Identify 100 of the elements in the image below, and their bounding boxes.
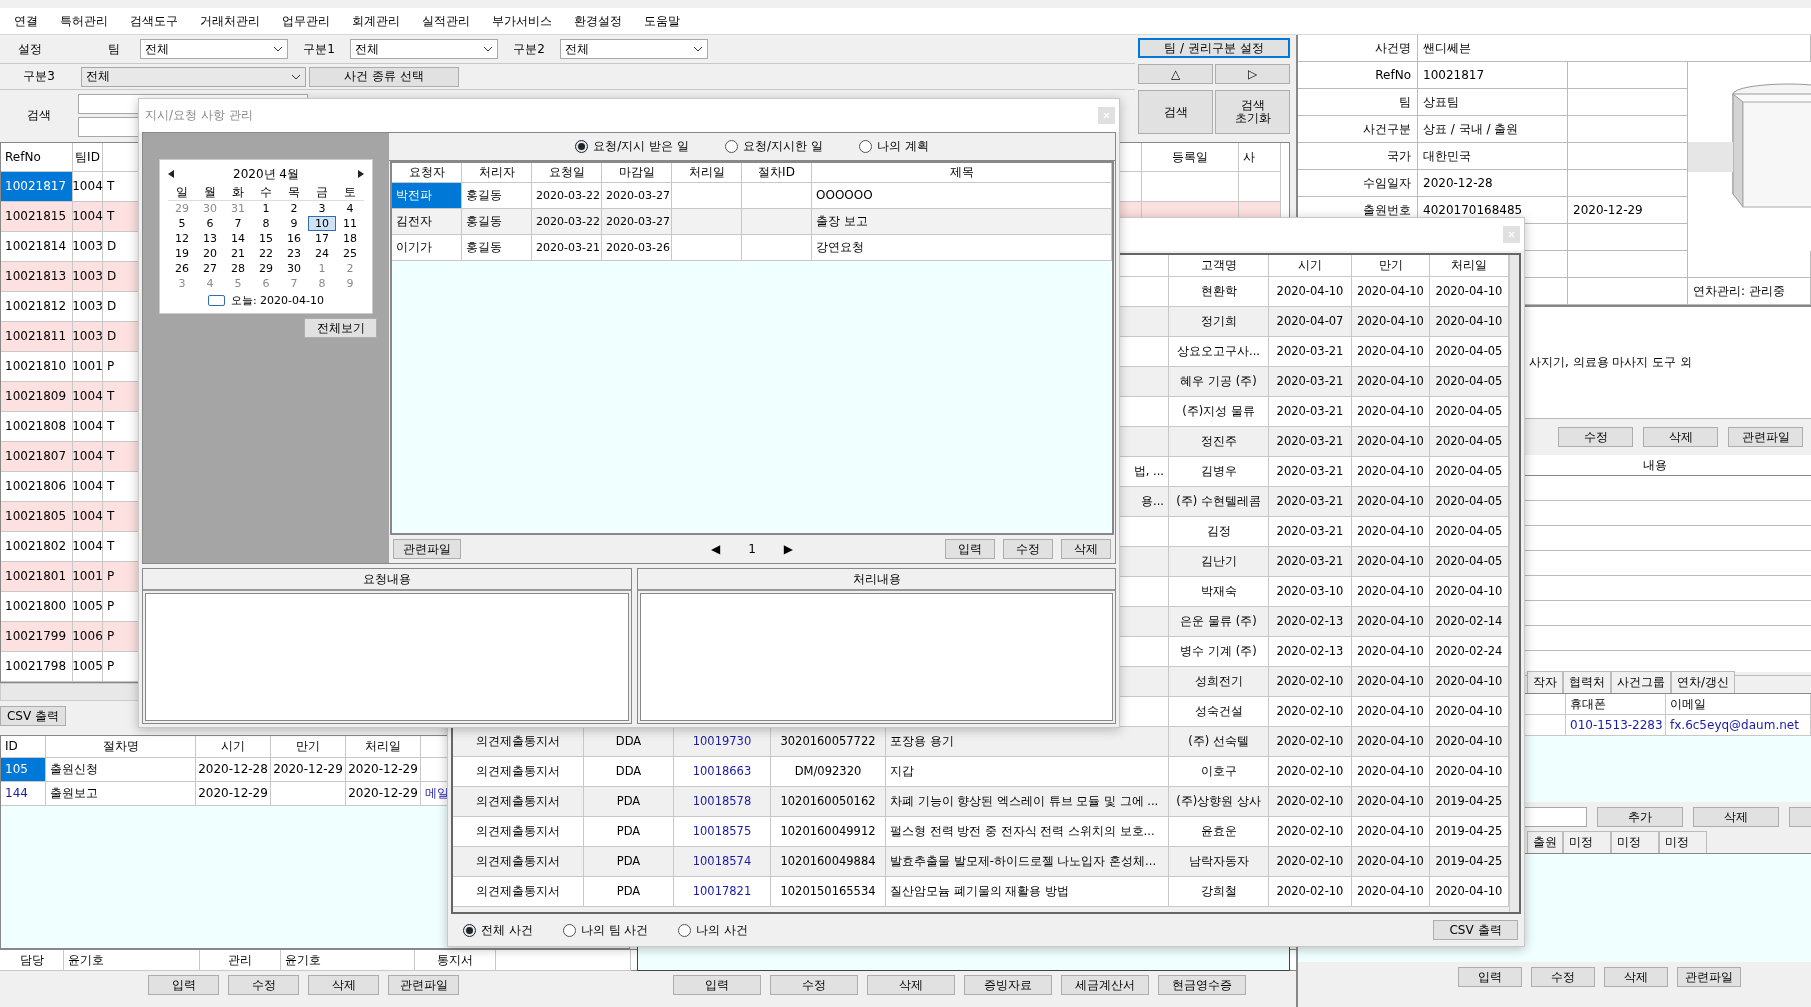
table-cell: 2020-04-05 <box>1430 457 1509 487</box>
panel-title: 처리내용 <box>852 570 901 588</box>
table-cell: 윤효운 <box>1169 817 1269 847</box>
table-cell: 2020-03-10 <box>1269 577 1352 607</box>
table-cell: 1020160050162 <box>771 787 886 817</box>
field-value: 10021817 <box>1418 62 1568 89</box>
table-cell: DDA <box>584 757 674 787</box>
field-value: 상표팀 <box>1418 89 1568 116</box>
description-text: 사지기, 의료용 마사지 도구 외 <box>1529 354 1693 371</box>
weekday-label: 목 <box>280 184 308 201</box>
table-cell: 2020-04-10 <box>1430 277 1509 307</box>
table-cell: PDA <box>584 787 674 817</box>
table-cell: 2020-04-10 <box>1352 877 1430 907</box>
field-label: 담당 <box>0 950 64 971</box>
table-cell: 2020-04-05 <box>1430 367 1509 397</box>
table-cell: 2020-02-10 <box>1269 817 1352 847</box>
table-cell: 1001 <box>73 352 103 382</box>
table-cell: 홍길동 <box>462 183 532 209</box>
table-cell: 2020-12-28 <box>196 758 271 782</box>
column-header: 처리일 <box>672 163 742 183</box>
team-label: 팀 <box>107 40 120 58</box>
table-cell: 2020-04-05 <box>1430 487 1509 517</box>
column-header: 요청일 <box>532 163 602 183</box>
table-cell: 강희철 <box>1169 877 1269 907</box>
table-cell: 2020-04-10 <box>1352 517 1430 547</box>
table-cell: D <box>103 262 139 292</box>
table-cell: 1005 <box>73 592 103 622</box>
column-header: 처리일 <box>346 736 421 758</box>
table-cell: 홍길동 <box>462 209 532 235</box>
table-cell: 의견제출통지서 <box>453 757 584 787</box>
column-header: 내용 <box>1642 456 1667 474</box>
column-header: 시기 <box>1269 255 1352 277</box>
table-cell: 은운 물류 (주) <box>1169 607 1269 637</box>
table-cell: 혜우 기공 (주) <box>1169 367 1269 397</box>
table-cell: 2020-04-10 <box>1352 637 1430 667</box>
table-cell: 1001 <box>73 562 103 592</box>
table-cell: 남락자동자 <box>1169 847 1269 877</box>
weekday-label: 금 <box>308 184 336 201</box>
table-cell: 현환학 <box>1169 277 1269 307</box>
table-cell: P <box>103 622 139 652</box>
field-value: 연차관리: 관리중 <box>1688 278 1811 305</box>
field-label: 사건구분 <box>1298 116 1418 143</box>
table-cell: 2020-02-10 <box>1269 787 1352 817</box>
table-cell: 1020160049884 <box>771 847 886 877</box>
column-header: 시기 <box>196 736 271 758</box>
table-cell: 2019-04-25 <box>1430 787 1509 817</box>
table-cell: 2020-03-21 <box>1269 337 1352 367</box>
table-cell: 1004 <box>73 532 103 562</box>
field-label: 사건명 <box>1298 35 1418 62</box>
table-cell: (주)지성 물류 <box>1169 397 1269 427</box>
table-cell: 홍길동 <box>462 235 532 261</box>
table-cell: T <box>103 202 139 232</box>
table-cell: 2020-04-10 <box>1430 727 1509 757</box>
table-cell: 2020-04-10 <box>1352 577 1430 607</box>
weekday-label: 화 <box>224 184 252 201</box>
table-cell: 2020-12-29 <box>346 758 421 782</box>
table-cell: OOOOOO <box>812 183 1112 209</box>
table-cell: 2020-03-26 <box>602 235 672 261</box>
field-label: 통지서 <box>415 950 496 971</box>
table-cell: 2020-04-10 <box>1430 307 1509 337</box>
table-cell: 2020-02-10 <box>1269 697 1352 727</box>
table-cell: 2020-04-10 <box>1352 547 1430 577</box>
table-cell: 1020150165534 <box>771 877 886 907</box>
table-cell: D <box>103 322 139 352</box>
table-cell: 1004 <box>73 172 103 202</box>
table-cell: 2020-04-10 <box>1430 667 1509 697</box>
category-label: 구분1 <box>302 40 336 58</box>
table-cell: 1003 <box>73 292 103 322</box>
table-cell: 2020-04-10 <box>1352 367 1430 397</box>
table-cell: 2020-04-10 <box>1352 817 1430 847</box>
table-cell: 2020-04-10 <box>1352 277 1430 307</box>
table-cell: 2020-04-10 <box>1352 787 1430 817</box>
table-cell: 2020-04-05 <box>1430 517 1509 547</box>
table-cell: 2020-03-21 <box>1269 427 1352 457</box>
table-cell: 2020-02-14 <box>1430 607 1509 637</box>
weekday-label: 일 <box>168 184 196 201</box>
table-cell: 2020-04-10 <box>1352 667 1430 697</box>
field-label: 수임일자 <box>1298 170 1418 197</box>
table-cell: 2020-04-10 <box>1352 697 1430 727</box>
table-cell: 2020-02-10 <box>1269 877 1352 907</box>
table-cell: 2020-02-10 <box>1269 757 1352 787</box>
table-cell: 정기희 <box>1169 307 1269 337</box>
table-cell: 2020-02-13 <box>1269 637 1352 667</box>
table-cell: 2020-04-10 <box>1352 487 1430 517</box>
table-cell: 2020-04-10 <box>1352 727 1430 757</box>
field-label: 국가 <box>1298 143 1418 170</box>
table-cell: 병수 기계 (주) <box>1169 637 1269 667</box>
table-cell: 1003 <box>73 262 103 292</box>
table-cell: 2019-04-25 <box>1430 817 1509 847</box>
column-header: 제목 <box>812 163 1112 183</box>
column-header: 처리일 <box>1430 255 1509 277</box>
table-cell: 2020-04-07 <box>1269 307 1352 337</box>
table-cell: 1020160049912 <box>771 817 886 847</box>
table-cell: 2020-04-10 <box>1430 757 1509 787</box>
column-header: 마감일 <box>602 163 672 183</box>
table-cell: 1004 <box>73 472 103 502</box>
table-cell: 의견제출통지서 <box>453 787 584 817</box>
table-cell: 1004 <box>73 202 103 232</box>
table-cell: 출장 보고 <box>812 209 1112 235</box>
table-cell: 이호구 <box>1169 757 1269 787</box>
